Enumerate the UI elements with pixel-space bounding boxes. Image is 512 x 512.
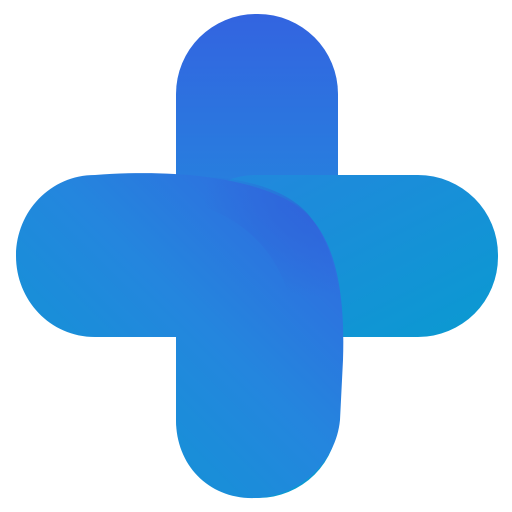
logo-canvas xyxy=(0,0,512,512)
medical-plus-cross-icon xyxy=(16,14,498,499)
